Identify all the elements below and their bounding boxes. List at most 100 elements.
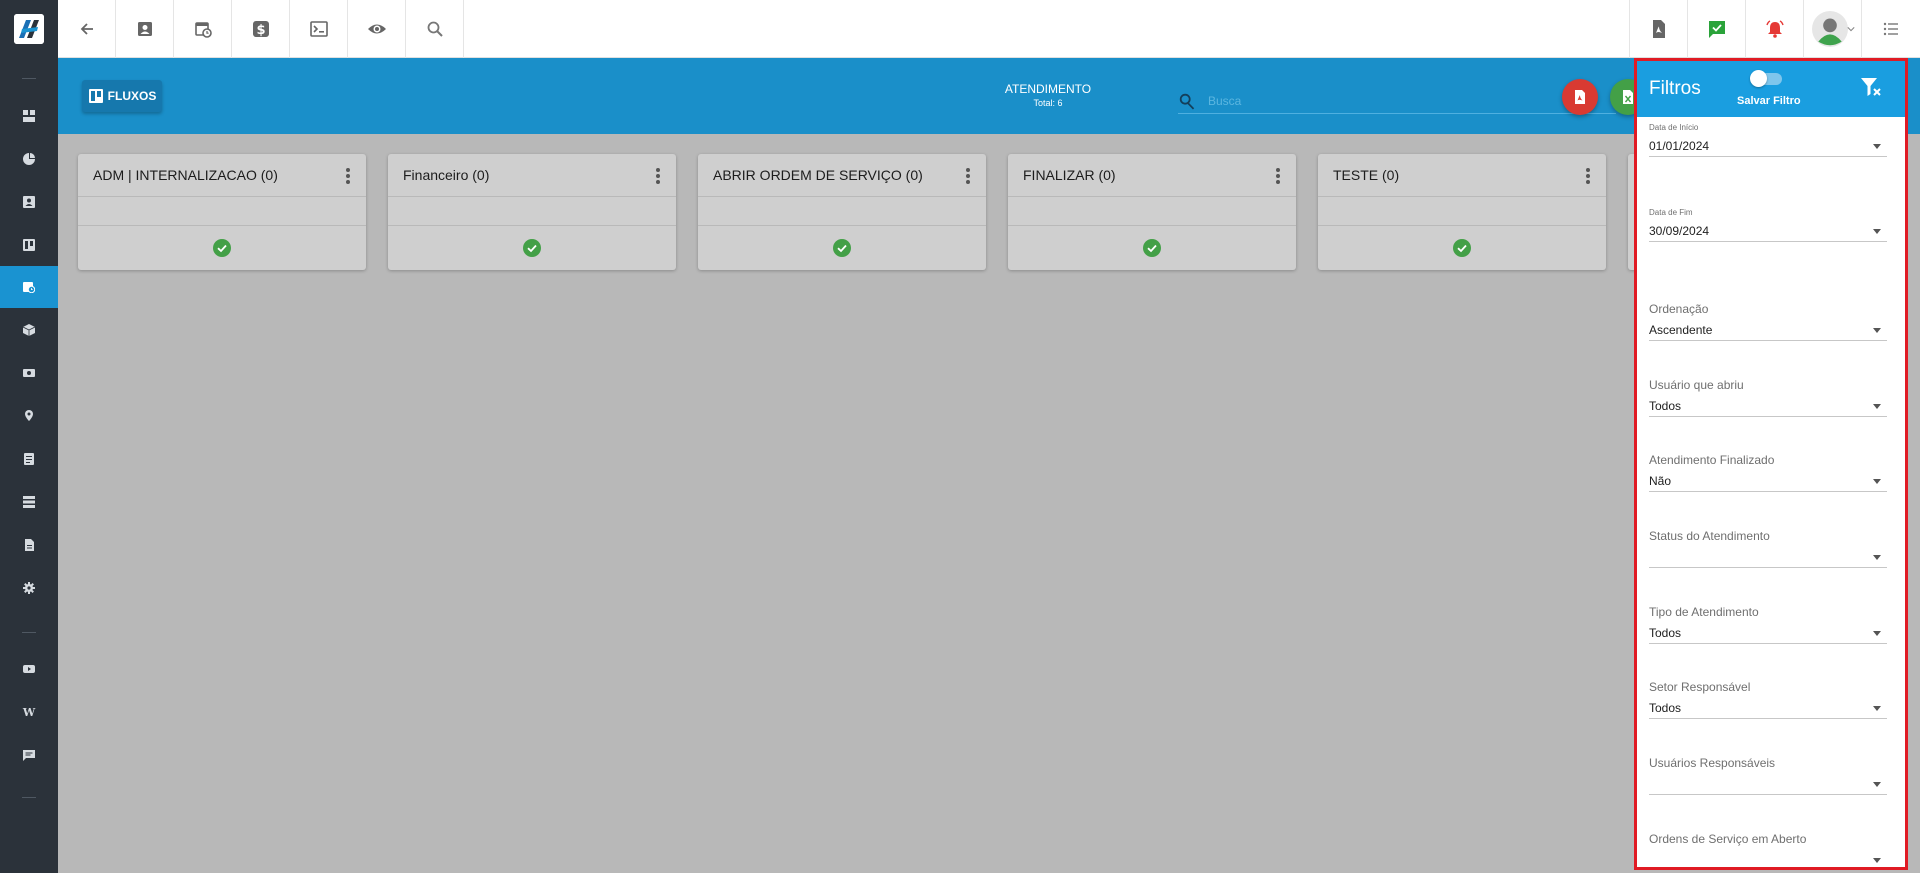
kanban-column: Financeiro (0)	[388, 154, 676, 270]
field-label: Tipo de Atendimento	[1649, 605, 1759, 619]
more-vertical-icon[interactable]	[346, 168, 350, 184]
check-circle-icon[interactable]	[523, 238, 541, 257]
kanban-icon	[23, 239, 35, 251]
schedule-button[interactable]	[174, 0, 232, 58]
dollar-icon: $	[252, 21, 269, 38]
pdf-export-button[interactable]	[1629, 0, 1687, 58]
finished-select[interactable]: Atendimento Finalizado Não	[1649, 453, 1887, 492]
column-header: ABRIR ORDEM DE SERVIÇO (0)	[698, 154, 986, 197]
sidebar-item-locations[interactable]	[0, 395, 58, 437]
menu-list-icon	[1883, 22, 1898, 36]
chat-check-icon	[1708, 21, 1725, 38]
field-label: Usuários Responsáveis	[1649, 756, 1776, 770]
start-date-field[interactable]: Data de Início 01/01/2024	[1649, 123, 1887, 157]
dropdown-arrow-icon	[1873, 555, 1881, 560]
open-orders-select[interactable]: Ordens de Serviço em Aberto	[1649, 832, 1887, 867]
user-menu[interactable]	[1803, 0, 1861, 58]
column-footer	[1318, 226, 1606, 269]
sidebar-item-reports[interactable]	[0, 138, 58, 180]
field-value[interactable]: Todos	[1649, 397, 1887, 417]
sidebar-item-list[interactable]	[0, 438, 58, 480]
column-footer	[78, 226, 366, 269]
field-value[interactable]: Todos	[1649, 699, 1887, 719]
sidebar-item-kanban[interactable]	[0, 224, 58, 266]
clear-filter-button[interactable]	[1859, 75, 1883, 99]
ordering-select[interactable]: Ordenação Ascendente	[1649, 302, 1887, 341]
sidebar-divider	[22, 78, 36, 79]
sidebar-item-products[interactable]	[0, 309, 58, 351]
end-date-field[interactable]: Data de Fim 30/09/2024	[1649, 208, 1887, 242]
back-button[interactable]	[58, 0, 116, 58]
sidebar-item-atendimento[interactable]	[0, 266, 58, 308]
search-field	[1178, 90, 1616, 114]
sector-value: Todos	[1649, 701, 1682, 715]
sector-select[interactable]: Setor Responsável Todos	[1649, 680, 1887, 719]
type-value: Todos	[1649, 626, 1682, 640]
contacts-button[interactable]	[116, 0, 174, 58]
sidebar-item-finance[interactable]	[0, 352, 58, 394]
column-body	[1008, 197, 1296, 226]
view-button[interactable]	[348, 0, 406, 58]
menu-button[interactable]	[1861, 0, 1919, 58]
dropdown-arrow-icon	[1873, 858, 1881, 863]
video-icon	[23, 665, 35, 673]
check-circle-icon[interactable]	[1453, 238, 1471, 257]
column-header: TESTE (0)	[1318, 154, 1606, 197]
sidebar-item-dashboard[interactable]	[0, 95, 58, 137]
more-vertical-icon[interactable]	[656, 168, 660, 184]
field-value[interactable]: Ascendente	[1649, 321, 1887, 341]
finished-value: Não	[1649, 474, 1672, 488]
opened-by-select[interactable]: Usuário que abriu Todos	[1649, 378, 1887, 417]
field-label: Data de Fim	[1649, 208, 1693, 217]
alarms-button[interactable]	[1745, 0, 1803, 58]
terminal-icon	[309, 21, 328, 37]
more-vertical-icon[interactable]	[966, 168, 970, 184]
dropdown-arrow-icon	[1873, 631, 1881, 636]
check-circle-icon[interactable]	[213, 238, 231, 257]
export-pdf-button[interactable]	[1562, 79, 1598, 115]
field-value[interactable]: 01/01/2024	[1649, 137, 1887, 157]
sidebar-item-contacts[interactable]	[0, 181, 58, 223]
ordering-value: Ascendente	[1649, 323, 1713, 337]
more-vertical-icon[interactable]	[1586, 168, 1590, 184]
sidebar-item-chat[interactable]	[0, 734, 58, 776]
fluxos-button[interactable]: FLUXOS	[82, 80, 162, 112]
field-value[interactable]: Não	[1649, 472, 1887, 492]
check-circle-icon[interactable]	[1143, 238, 1161, 257]
sidebar-item-settings[interactable]	[0, 567, 58, 609]
responsible-users-select[interactable]: Usuários Responsáveis	[1649, 756, 1887, 795]
messages-button[interactable]	[1687, 0, 1745, 58]
field-label: Atendimento Finalizado	[1649, 453, 1775, 467]
field-value[interactable]	[1649, 548, 1887, 568]
sidebar-item-wiki[interactable]: W	[0, 691, 58, 733]
field-value[interactable]	[1649, 851, 1887, 867]
end-date-value: 30/09/2024	[1649, 224, 1710, 238]
app-logo[interactable]	[14, 14, 44, 44]
filter-panel: Filtros Salvar Filtro Data de Início 01/…	[1634, 58, 1908, 870]
sidebar-item-server[interactable]	[0, 481, 58, 523]
column-title: TESTE (0)	[1333, 167, 1400, 183]
back-arrow-icon	[80, 23, 93, 35]
filter-panel-header: Filtros Salvar Filtro	[1637, 61, 1905, 117]
user-avatar-icon	[1811, 11, 1848, 47]
sidebar-item-documents[interactable]	[0, 524, 58, 566]
search-input[interactable]	[1208, 92, 1608, 110]
field-label: Ordenação	[1649, 302, 1709, 316]
field-value[interactable]: Todos	[1649, 624, 1887, 644]
sidebar-item-videos[interactable]	[0, 648, 58, 690]
more-vertical-icon[interactable]	[1276, 168, 1280, 184]
search-button[interactable]	[406, 0, 464, 58]
dropdown-arrow-icon	[1873, 229, 1881, 234]
status-select[interactable]: Status do Atendimento	[1649, 529, 1887, 568]
field-value[interactable]: 30/09/2024	[1649, 222, 1887, 242]
terminal-button[interactable]	[290, 0, 348, 58]
svg-text:$: $	[256, 23, 265, 38]
kanban-icon	[88, 89, 103, 103]
field-label: Status do Atendimento	[1649, 529, 1770, 543]
type-select[interactable]: Tipo de Atendimento Todos	[1649, 605, 1887, 644]
calendar-clock-icon	[194, 22, 212, 38]
finance-button[interactable]: $	[232, 0, 290, 58]
field-value[interactable]	[1649, 775, 1887, 795]
save-filter-toggle[interactable]	[1750, 70, 1782, 87]
check-circle-icon[interactable]	[833, 238, 851, 257]
